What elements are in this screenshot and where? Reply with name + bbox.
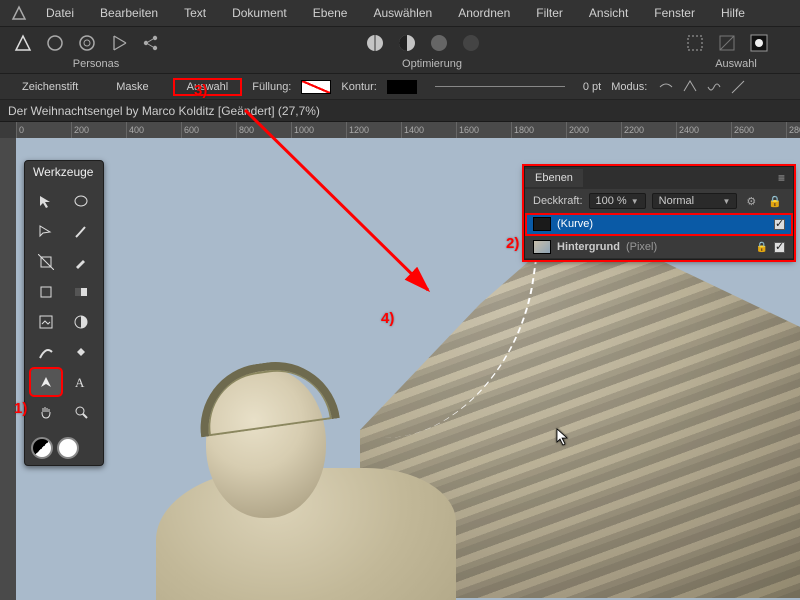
- optimize-2-icon[interactable]: [394, 30, 420, 56]
- optimize-4-icon[interactable]: [458, 30, 484, 56]
- fill-tool-icon[interactable]: [66, 339, 96, 365]
- layer-row-kurve[interactable]: (Kurve): [525, 213, 793, 236]
- move-tool-icon[interactable]: [31, 189, 61, 215]
- optimize-1-icon[interactable]: [362, 30, 388, 56]
- transparency-tool-icon[interactable]: [66, 309, 96, 335]
- opacity-label: Deckkraft:: [533, 195, 583, 207]
- brush-tool-icon[interactable]: [66, 219, 96, 245]
- shape-tool-icon[interactable]: [31, 279, 61, 305]
- menu-fenster[interactable]: Fenster: [642, 2, 707, 24]
- menu-hilfe[interactable]: Hilfe: [709, 2, 757, 24]
- stroke-value: 0 pt: [583, 81, 601, 93]
- auswahl-label: Auswahl: [715, 58, 757, 70]
- persona-designer-icon[interactable]: [10, 30, 36, 56]
- stroke-width-slider[interactable]: [435, 86, 565, 87]
- layer-lock-icon[interactable]: 🔒: [756, 242, 768, 253]
- document-title: Der Weihnachtsengel by Marco Kolditz [Ge…: [0, 100, 800, 122]
- layer-row-hintergrund[interactable]: Hintergrund (Pixel) 🔒: [525, 236, 793, 259]
- layers-tab[interactable]: Ebenen: [525, 169, 583, 187]
- option-auswahl[interactable]: Auswahl: [173, 78, 243, 96]
- option-zeichenstift[interactable]: Zeichenstift: [8, 78, 92, 96]
- menu-anordnen[interactable]: Anordnen: [446, 2, 522, 24]
- annotation-4: 4): [381, 310, 394, 327]
- blend-mode-select[interactable]: Normal▼: [652, 193, 738, 209]
- color-swatches: [25, 431, 103, 465]
- option-kontur-label: Kontur:: [341, 81, 376, 93]
- panel-settings-icon[interactable]: ⚙: [743, 195, 759, 208]
- menu-datei[interactable]: Datei: [34, 2, 86, 24]
- auswahl-section: Auswahl: [682, 30, 790, 70]
- text-tool-icon[interactable]: A: [66, 369, 96, 395]
- panel-lock-icon[interactable]: 🔒: [765, 195, 785, 208]
- annotation-2: 2): [506, 235, 519, 252]
- persona-pixel-icon[interactable]: [42, 30, 68, 56]
- eyedropper-tool-icon[interactable]: [66, 249, 96, 275]
- node-tool-icon[interactable]: [31, 219, 61, 245]
- layer-visible-checkbox[interactable]: [774, 219, 785, 230]
- toolbar: Personas Optimierung Auswahl: [0, 26, 800, 74]
- menu-filter[interactable]: Filter: [524, 2, 575, 24]
- menu-bearbeiten[interactable]: Bearbeiten: [88, 2, 170, 24]
- selection-2-icon[interactable]: [714, 30, 740, 56]
- mode-1-icon[interactable]: [657, 78, 675, 96]
- ruler-horizontal: 0200400600800100012001400160018002000220…: [16, 122, 800, 138]
- persona-d-icon[interactable]: [106, 30, 132, 56]
- gradient-tool-icon[interactable]: [66, 279, 96, 305]
- layer-visible-checkbox[interactable]: [774, 242, 785, 253]
- ruler-vertical: [0, 138, 16, 600]
- mode-3-icon[interactable]: [705, 78, 723, 96]
- svg-text:A: A: [75, 375, 85, 390]
- menu-bar: Datei Bearbeiten Text Dokument Ebene Aus…: [0, 0, 800, 26]
- option-modus-label: Modus:: [611, 81, 647, 93]
- personas-label: Personas: [73, 58, 119, 70]
- app-logo-icon: [6, 0, 32, 26]
- menu-dokument[interactable]: Dokument: [220, 2, 299, 24]
- place-tool-icon[interactable]: [31, 309, 61, 335]
- vector-brush-tool-icon[interactable]: [31, 339, 61, 365]
- pen-tool-icon[interactable]: [31, 369, 61, 395]
- tools-panel: Werkzeuge A: [24, 160, 104, 466]
- layer-thumb-icon: [533, 240, 551, 254]
- personas-section: Personas: [10, 30, 182, 70]
- layer-type: (Pixel): [626, 241, 657, 253]
- hand-tool-icon[interactable]: [31, 399, 61, 425]
- fill-swatch[interactable]: [301, 80, 331, 94]
- tools-panel-title[interactable]: Werkzeuge: [25, 161, 103, 183]
- selection-marquee-icon[interactable]: [682, 30, 708, 56]
- zoom-tool-icon[interactable]: [66, 399, 96, 425]
- mouse-cursor-icon: [556, 428, 568, 446]
- lasso-tool-icon[interactable]: [66, 189, 96, 215]
- menu-ebene[interactable]: Ebene: [301, 2, 360, 24]
- layer-name: (Kurve): [557, 218, 593, 230]
- annotation-1: 1): [14, 400, 27, 417]
- selection-3-icon[interactable]: [746, 30, 772, 56]
- crop-tool-icon[interactable]: [31, 249, 61, 275]
- stroke-swatch[interactable]: [387, 80, 417, 94]
- annotation-3: 3): [194, 82, 207, 99]
- option-fuellung-label: Füllung:: [252, 81, 291, 93]
- optimierung-label: Optimierung: [402, 58, 462, 70]
- panel-menu-icon[interactable]: ≡: [770, 169, 793, 187]
- persona-share-icon[interactable]: [138, 30, 164, 56]
- menu-auswaehlen[interactable]: Auswählen: [361, 2, 444, 24]
- mode-2-icon[interactable]: [681, 78, 699, 96]
- layer-name: Hintergrund: [557, 241, 620, 253]
- persona-export-icon[interactable]: [74, 30, 100, 56]
- menu-ansicht[interactable]: Ansicht: [577, 2, 640, 24]
- optimize-3-icon[interactable]: [426, 30, 452, 56]
- option-bar: Zeichenstift Maske Auswahl Füllung: Kont…: [0, 74, 800, 100]
- foreground-background-swap-icon[interactable]: [31, 437, 53, 459]
- opacity-field[interactable]: 100 %▼: [589, 193, 646, 209]
- option-maske[interactable]: Maske: [102, 78, 162, 96]
- layers-panel: Ebenen ≡ Deckkraft: 100 %▼ Normal▼ ⚙ 🔒 (…: [524, 166, 794, 260]
- layer-thumb-icon: [533, 217, 551, 231]
- foreground-color-swatch[interactable]: [57, 437, 79, 459]
- mode-4-icon[interactable]: [729, 78, 747, 96]
- optimierung-section: Optimierung: [362, 30, 502, 70]
- menu-text[interactable]: Text: [172, 2, 218, 24]
